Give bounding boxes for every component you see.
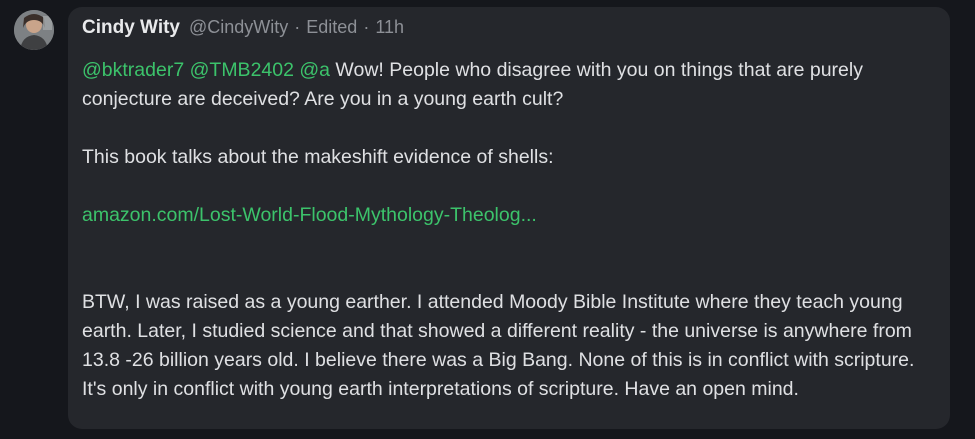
comment-paragraph-1: @bktrader7 @TMB2402 @a Wow! People who d… — [82, 56, 936, 114]
comment-paragraph-3: BTW, I was raised as a young earther. I … — [82, 291, 915, 400]
mention-link[interactable]: @bktrader7 — [82, 59, 184, 81]
timestamp[interactable]: 11h — [375, 17, 404, 38]
author-handle[interactable]: @CindyWity — [189, 17, 288, 38]
comment-paragraph-2: This book talks about the makeshift evid… — [82, 146, 554, 168]
comment-thread: Cindy Wity @CindyWity · Edited · 11h @bk… — [0, 0, 975, 439]
comment-header: Cindy Wity @CindyWity · Edited · 11h — [82, 17, 936, 47]
comment-bubble: Cindy Wity @CindyWity · Edited · 11h @bk… — [68, 7, 950, 429]
separator-dot: · — [294, 17, 301, 37]
edited-label[interactable]: Edited — [306, 17, 357, 38]
author-name[interactable]: Cindy Wity — [82, 17, 180, 39]
mention-link[interactable]: @TMB2402 — [190, 59, 294, 81]
amazon-link[interactable]: amazon.com/Lost-World-Flood-Mythology-Th… — [82, 204, 537, 226]
comment-paragraph-link: amazon.com/Lost-World-Flood-Mythology-Th… — [82, 201, 936, 230]
separator-dot: · — [363, 17, 370, 37]
comment-body: @bktrader7 @TMB2402 @a Wow! People who d… — [82, 56, 936, 404]
user-avatar-icon — [14, 10, 54, 50]
avatar[interactable] — [14, 10, 54, 50]
mention-link[interactable]: @a — [299, 59, 330, 81]
